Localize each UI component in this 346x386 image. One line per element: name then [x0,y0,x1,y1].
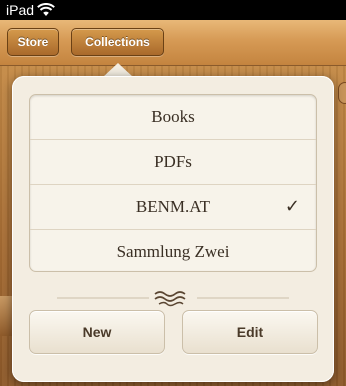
collection-item-sammlung-zwei[interactable]: Sammlung Zwei [30,230,316,271]
collection-item-pdfs[interactable]: PDFs [30,140,316,185]
collections-button[interactable]: Collections [71,28,164,56]
collection-item-label: BENM.AT [135,197,211,216]
collections-popover: Books PDFs BENM.AT ✓ Sammlung Zwei New E… [12,76,334,382]
popover-arrow [103,63,133,77]
collection-item-label: Books [151,107,195,126]
store-button[interactable]: Store [7,28,59,56]
collection-item-books[interactable]: Books [30,95,316,140]
wifi-icon [37,3,55,16]
ornament-divider-icon [57,291,289,307]
new-collection-button[interactable]: New [29,310,165,354]
collections-list: Books PDFs BENM.AT ✓ Sammlung Zwei [29,94,317,272]
status-bar: iPad [0,0,346,20]
device-name: iPad [6,2,35,18]
collection-item-label: PDFs [154,152,192,171]
checkmark-icon: ✓ [284,196,300,217]
collection-item-label: Sammlung Zwei [116,242,230,261]
edit-collections-button[interactable]: Edit [182,310,318,354]
shelf-knob [338,82,346,104]
collection-item-benm-at[interactable]: BENM.AT ✓ [30,185,316,230]
